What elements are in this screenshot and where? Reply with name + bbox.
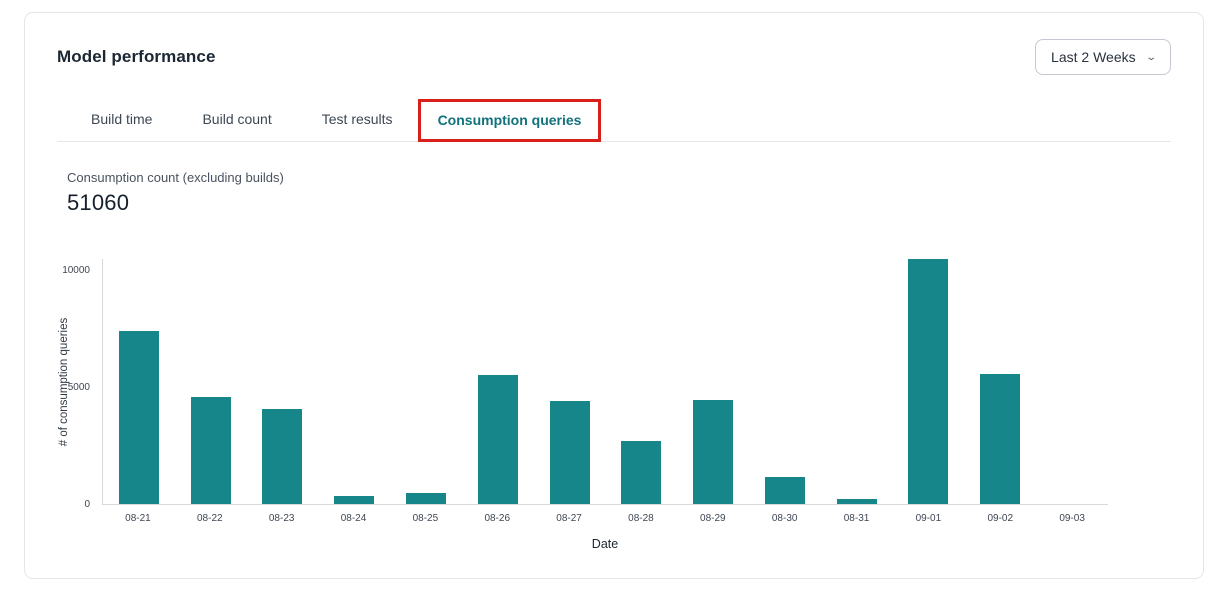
tab-consumption-queries[interactable]: Consumption queries	[421, 103, 599, 139]
bar-slot	[390, 493, 462, 504]
tab-bar: Build time Build count Test results Cons…	[57, 99, 1171, 142]
bar-slot	[103, 331, 175, 505]
consumption-queries-bar-chart: # of consumption queries 0500010000 08-2…	[25, 259, 1203, 559]
bar-08-28[interactable]	[621, 441, 661, 504]
bar-08-26[interactable]	[478, 375, 518, 504]
bar-slot	[821, 499, 893, 504]
x-axis-tick-labels: 08-2108-2208-2308-2408-2508-2608-2708-28…	[102, 506, 1108, 524]
x-tick-label: 08-25	[389, 506, 461, 524]
chevron-down-icon: ⌄	[1145, 52, 1157, 63]
bar-slot	[964, 374, 1036, 504]
x-tick-label: 08-31	[821, 506, 893, 524]
bar-slot	[318, 496, 390, 504]
page-title: Model performance	[57, 47, 216, 67]
y-tick-label: 10000	[62, 265, 90, 277]
tab-build-time[interactable]: Build time	[66, 99, 177, 141]
bar-09-01[interactable]	[908, 259, 948, 504]
bar-08-24[interactable]	[334, 496, 374, 504]
y-tick-label: 5000	[68, 382, 90, 394]
x-tick-label: 09-02	[964, 506, 1036, 524]
stat-label: Consumption count (excluding builds)	[67, 170, 1161, 185]
model-performance-panel: Model performance Last 2 Weeks ⌄ Build t…	[24, 12, 1204, 579]
consumption-count-stat: Consumption count (excluding builds) 510…	[67, 170, 1161, 216]
date-range-value: Last 2 Weeks	[1051, 49, 1136, 65]
bar-08-25[interactable]	[406, 493, 446, 504]
stat-value: 51060	[67, 190, 1161, 216]
x-tick-label: 09-03	[1036, 506, 1108, 524]
x-tick-label: 08-26	[461, 506, 533, 524]
plot-area	[102, 259, 1108, 505]
x-tick-label: 08-30	[749, 506, 821, 524]
bar-slot	[247, 409, 319, 504]
bar-slot	[175, 397, 247, 504]
bar-slot	[893, 259, 965, 504]
bar-08-29[interactable]	[693, 400, 733, 504]
bar-slot	[677, 400, 749, 504]
x-axis-title: Date	[102, 537, 1108, 551]
x-tick-label: 08-28	[605, 506, 677, 524]
annotation-highlight-box: Consumption queries	[418, 99, 602, 142]
bar-slot	[605, 441, 677, 504]
panel-header: Model performance Last 2 Weeks ⌄	[25, 13, 1203, 75]
bar-08-23[interactable]	[262, 409, 302, 504]
x-tick-label: 08-24	[318, 506, 390, 524]
bar-08-22[interactable]	[191, 397, 231, 504]
bar-08-30[interactable]	[765, 477, 805, 504]
y-tick-label: 0	[84, 499, 90, 511]
x-tick-label: 08-22	[174, 506, 246, 524]
y-axis-ticks: 0500010000	[25, 259, 96, 505]
bar-08-31[interactable]	[837, 499, 877, 504]
bar-08-27[interactable]	[550, 401, 590, 504]
x-tick-label: 08-27	[533, 506, 605, 524]
bar-slot	[534, 401, 606, 504]
tab-build-count[interactable]: Build count	[177, 99, 296, 141]
date-range-dropdown[interactable]: Last 2 Weeks ⌄	[1035, 39, 1171, 75]
bar-slot	[749, 477, 821, 504]
bar-09-02[interactable]	[980, 374, 1020, 504]
x-tick-label: 08-21	[102, 506, 174, 524]
bar-slot	[462, 375, 534, 504]
x-tick-label: 08-29	[677, 506, 749, 524]
tab-test-results[interactable]: Test results	[297, 99, 418, 141]
x-tick-label: 08-23	[246, 506, 318, 524]
x-tick-label: 09-01	[892, 506, 964, 524]
bar-08-21[interactable]	[119, 331, 159, 505]
